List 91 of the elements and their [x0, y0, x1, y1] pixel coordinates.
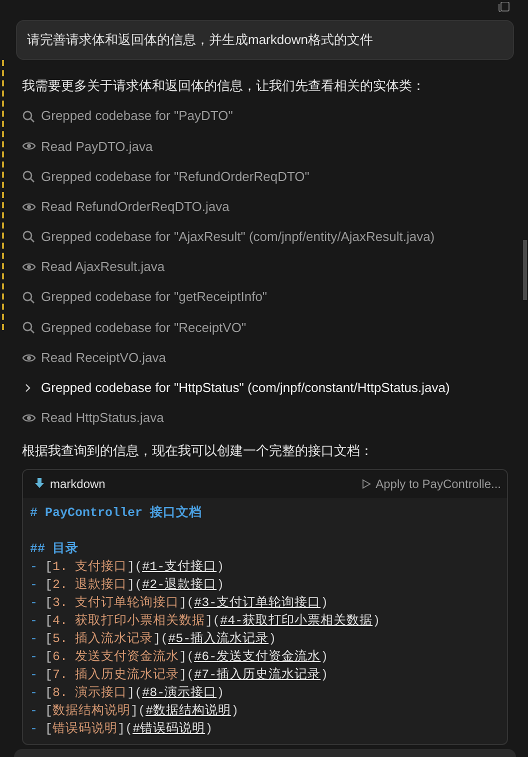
eye-icon: [22, 202, 35, 212]
eye-icon: [22, 262, 35, 272]
link-label: 数据结构说明: [52, 704, 131, 718]
link-label: 8. 演示接口: [52, 686, 128, 700]
bracket: ): [216, 686, 224, 700]
link-target: #错误码说明: [132, 722, 206, 736]
list-bullet: -: [30, 722, 38, 736]
link-label: 3. 支付订单轮询接口: [52, 596, 180, 610]
link-label: 错误码说明: [52, 722, 118, 736]
bracket: ): [320, 650, 328, 664]
tool-step[interactable]: Grepped codebase for "getReceiptInfo": [41, 287, 268, 307]
scrollbar[interactable]: [523, 240, 527, 300]
list-bullet: -: [30, 686, 38, 700]
link-target: #5-插入流水记录: [168, 632, 269, 646]
bracket: [: [45, 614, 53, 628]
list-bullet: -: [30, 668, 38, 682]
bracket: ](: [118, 722, 133, 736]
link-target: #2-退款接口: [142, 578, 217, 592]
bracket: [: [45, 560, 53, 574]
tool-step[interactable]: Grepped codebase for "ReceiptVO": [41, 318, 246, 338]
tool-step[interactable]: Grepped codebase for "PayDTO": [41, 106, 233, 126]
bracket: ](: [205, 614, 220, 628]
link-target: #数据结构说明: [146, 704, 232, 718]
user-message: 请完善请求体和返回体的信息，并生成markdown格式的文件: [16, 20, 514, 60]
list-bullet: -: [30, 704, 38, 718]
bracket: [: [45, 704, 53, 718]
bracket: ): [231, 704, 239, 718]
assistant-text: 根据我查询到的信息，现在我可以创建一个完整的接口文档：: [22, 442, 374, 460]
link-label: 1. 支付接口: [52, 560, 128, 574]
code-heading: # PayController 接口文档: [30, 506, 202, 520]
list-bullet: -: [30, 650, 38, 664]
bracket: [: [45, 686, 53, 700]
tool-step[interactable]: Grepped codebase for "RefundOrderReqDTO": [41, 166, 310, 186]
tool-step[interactable]: Read RefundOrderReqDTO.java: [41, 196, 230, 216]
search-icon: [22, 320, 35, 334]
code-language: markdown: [50, 476, 106, 493]
link-target: #6-发送支付资金流水: [194, 650, 321, 664]
bracket: ): [320, 596, 328, 610]
eye-icon: [22, 352, 35, 363]
bracket: ): [320, 668, 328, 682]
bracket: ](: [179, 596, 194, 610]
bracket: ](: [153, 632, 168, 646]
bracket: [: [45, 722, 53, 736]
tool-step[interactable]: Grepped codebase for "AjaxResult" (com/jnpf/entity/AjaxResult.java): [41, 227, 435, 247]
tool-step[interactable]: Grepped codebase for "HttpStatus" (com/jnpf/constant/HttpStatus.java): [41, 378, 450, 398]
search-icon: [22, 110, 35, 123]
bracket: [: [45, 650, 53, 664]
tool-step[interactable]: Read HttpStatus.java: [41, 408, 164, 428]
bracket: [: [45, 632, 53, 646]
apply-button[interactable]: Apply to PayControlle...: [362, 474, 501, 493]
link-label: 7. 插入历史流水记录: [52, 668, 180, 682]
bracket: ): [372, 614, 380, 628]
list-bullet: -: [30, 614, 38, 628]
link-label: 5. 插入流水记录: [52, 632, 154, 646]
bracket: ): [268, 632, 276, 646]
bracket: ](: [179, 668, 194, 682]
tool-step[interactable]: Read AjaxResult.java: [41, 257, 165, 277]
link-target: #7-插入历史流水记录: [194, 668, 321, 682]
bracket: ](: [127, 686, 142, 700]
bracket: ](: [127, 560, 142, 574]
list-bullet: -: [30, 632, 38, 646]
link-target: #3-支付订单轮询接口: [194, 596, 321, 610]
search-icon: [22, 290, 35, 304]
code-heading: ## 目录: [30, 542, 79, 556]
tool-step[interactable]: Read ReceiptVO.java: [41, 348, 166, 368]
eye-icon: [22, 141, 35, 152]
bracket: ](: [179, 650, 194, 664]
assistant-text: 我需要更多关于请求体和返回体的信息，让我们先查看相关的实体类：: [22, 76, 426, 94]
bracket: ): [216, 560, 224, 574]
bracket: ): [216, 578, 224, 592]
search-icon: [22, 170, 35, 183]
bracket: ](: [130, 704, 146, 718]
list-bullet: -: [30, 596, 38, 610]
eye-icon: [22, 412, 35, 423]
bracket: ](: [127, 578, 142, 592]
link-label: 4. 获取打印小票相关数据: [52, 614, 206, 628]
search-icon: [22, 230, 35, 244]
bracket: [: [45, 596, 53, 610]
link-label: 6. 发送支付资金流水: [52, 650, 180, 664]
bracket: [: [45, 668, 53, 682]
bracket: ): [205, 722, 213, 736]
link-label: 2. 退款接口: [52, 578, 128, 592]
download-icon: [35, 478, 44, 490]
bracket: [: [45, 578, 53, 592]
link-target: #1-支付接口: [142, 560, 217, 574]
link-target: #8-演示接口: [142, 686, 217, 700]
tool-step[interactable]: Read PayDTO.java: [41, 136, 153, 156]
play-icon: [362, 478, 371, 489]
link-target: #4-获取打印小票相关数据: [220, 614, 373, 628]
list-bullet: -: [30, 560, 38, 574]
list-bullet: -: [30, 578, 38, 592]
